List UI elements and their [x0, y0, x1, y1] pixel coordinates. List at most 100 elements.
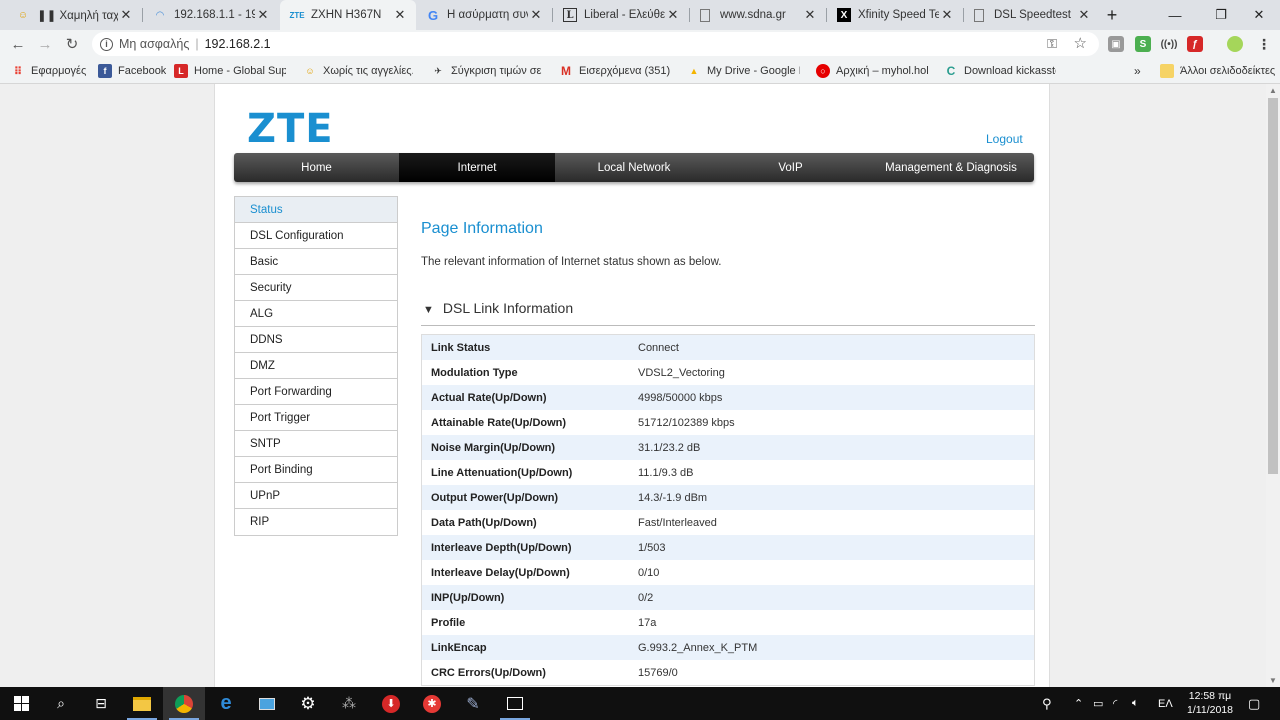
sidebar-item-port-binding[interactable]: Port Binding	[235, 457, 397, 483]
close-tab-icon[interactable]: ✕	[118, 7, 134, 23]
browser-tab[interactable]: G Η ασύρματη συνδ ✕	[416, 0, 552, 30]
bookmark-no-ads[interactable]: ☺ Χωρίς τις αγγελίες...	[303, 63, 413, 79]
close-tab-icon[interactable]: ✕	[1076, 7, 1092, 23]
nav-management-diagnosis[interactable]: Management & Diagnosis	[868, 153, 1034, 182]
browser-tab[interactable]: ☺ ❚❚ Χαμηλή ταχύτη ✕	[6, 0, 142, 30]
bookmark-apps[interactable]: ⠿ Εφαρμογές	[11, 63, 87, 79]
zte-icon: ZTE	[289, 10, 305, 20]
sidebar-item-alg[interactable]: ALG	[235, 301, 397, 327]
battery-icon[interactable]: ▭	[1093, 687, 1103, 720]
bookmark-skroutz[interactable]: ✈ Σύγκριση τιμών σε π	[431, 63, 544, 79]
search-icon[interactable]: ⌕	[40, 687, 82, 720]
close-tab-icon[interactable]: ✕	[528, 7, 544, 23]
bookmark-facebook[interactable]: f Facebook	[98, 63, 166, 79]
camera-extension-icon[interactable]: ▣	[1108, 36, 1124, 52]
task-view-icon[interactable]: ⊟	[80, 687, 122, 720]
tab-title: ❚❚ Χαμηλή ταχύτη	[37, 10, 118, 22]
notifications-icon[interactable]: ▢	[1248, 687, 1260, 720]
other-bookmarks[interactable]: Άλλοι σελιδοδείκτες	[1160, 63, 1275, 79]
bookmark-gmail[interactable]: M Εισερχόμενα (351) -	[559, 63, 672, 79]
bookmark-global-support[interactable]: L Home - Global Supp	[174, 63, 286, 79]
language-indicator[interactable]: ΕΛ	[1158, 687, 1173, 720]
profile-avatar-icon[interactable]	[1227, 36, 1243, 52]
sidebar-item-upnp[interactable]: UPnP	[235, 483, 397, 509]
dsl-info-table: Link Status Connect Modulation Type VDSL2_V…	[421, 334, 1035, 686]
windows-start-icon[interactable]	[0, 687, 42, 720]
chrome-icon[interactable]	[163, 687, 205, 720]
tab-title: DSL Speedtest	[994, 9, 1071, 21]
paint-app-icon[interactable]: ✎	[452, 687, 494, 720]
bookmark-myhol[interactable]: ○ Αρχική – myhol.hol.g	[816, 63, 929, 79]
bookmarks-overflow-button[interactable]: »	[1134, 63, 1141, 79]
wifi-tray-icon[interactable]: ◜	[1113, 687, 1117, 720]
menu-icon[interactable]: ⋮	[1256, 36, 1272, 52]
row-label: CRC Errors(Up/Down)	[431, 666, 546, 679]
minimize-icon[interactable]: —	[1152, 0, 1198, 30]
people-icon[interactable]: ⚲	[1042, 687, 1052, 720]
sidebar-item-basic[interactable]: Basic	[235, 249, 397, 275]
back-icon[interactable]: ←	[7, 33, 29, 55]
photos-app-icon[interactable]	[494, 687, 536, 720]
sidebar-item-port-forwarding[interactable]: Port Forwarding	[235, 379, 397, 405]
volume-icon[interactable]: 🔈︎	[1132, 687, 1139, 720]
scroll-down-icon[interactable]: ▼	[1269, 676, 1277, 685]
browser-tab[interactable]: X Xfinity Speed Test ✕	[827, 0, 963, 30]
close-tab-icon[interactable]: ✕	[802, 7, 818, 23]
new-tab-button[interactable]: +	[1098, 0, 1126, 30]
browser-tab[interactable]: www.sdna.gr ✕	[690, 0, 826, 30]
network-app-icon[interactable]: ⁂	[328, 687, 370, 720]
skype-extension-icon[interactable]: S	[1135, 36, 1151, 52]
browser-toolbar: ← → ↻ i Μη ασφαλής | 192.168.2.1 ⚿ ☆	[0, 30, 1280, 58]
collapse-triangle-icon[interactable]: ▼	[423, 304, 434, 316]
nav-local-network[interactable]: Local Network	[555, 153, 713, 182]
close-tab-icon[interactable]: ✕	[392, 7, 408, 23]
close-tab-icon[interactable]: ✕	[939, 7, 955, 23]
logout-link[interactable]: Logout	[986, 132, 1023, 146]
browser-tab[interactable]: DSL Speedtest ✕	[964, 0, 1100, 30]
sidebar-item-security[interactable]: Security	[235, 275, 397, 301]
info-icon[interactable]: i	[100, 37, 113, 51]
broadcast-extension-icon[interactable]: ((•))	[1161, 36, 1178, 52]
tray-chevron-icon[interactable]: ⌃	[1074, 687, 1083, 720]
browser-tab-active[interactable]: ZTE ZXHN H367N ✕	[280, 0, 416, 30]
row-label: Profile	[431, 616, 466, 629]
file-explorer-icon[interactable]	[121, 687, 163, 720]
dsl-section-header[interactable]: ▼ DSL Link Information	[421, 300, 1035, 326]
row-value: 17a	[638, 616, 657, 629]
forward-icon[interactable]: →	[34, 33, 56, 55]
sidebar-item-rip[interactable]: RIP	[235, 509, 397, 535]
address-bar[interactable]: i Μη ασφαλής | 192.168.2.1 ⚿ ☆	[92, 32, 1099, 56]
table-row: Link Status Connect	[422, 335, 1034, 360]
flash-extension-icon[interactable]: ƒ	[1187, 36, 1203, 52]
nav-home[interactable]: Home	[234, 153, 399, 182]
bookmark-drive[interactable]: ▲ My Drive - Google Dr	[687, 63, 800, 79]
sidebar-item-port-trigger[interactable]: Port Trigger	[235, 405, 397, 431]
edge-icon[interactable]: e	[205, 687, 247, 720]
page-scrollbar[interactable]: ▲ ▼	[1266, 84, 1280, 687]
system-clock[interactable]: 12:58 πμ 1/11/2018	[1180, 689, 1240, 717]
browser-tab[interactable]: L Liberal - Ελεύθερη ✕	[553, 0, 689, 30]
key-icon[interactable]: ⚿	[1047, 36, 1057, 52]
nav-voip[interactable]: VoIP	[713, 153, 868, 182]
sidebar-item-sntp[interactable]: SNTP	[235, 431, 397, 457]
row-value: 1/503	[638, 541, 666, 554]
bookmark-kickass[interactable]: C Download kickasstor	[944, 63, 1056, 79]
sidebar-item-dsl-configuration[interactable]: DSL Configuration	[235, 223, 397, 249]
pc-icon[interactable]	[246, 687, 288, 720]
reload-icon[interactable]: ↻	[61, 33, 83, 55]
settings-gear-icon[interactable]: ⚙	[287, 687, 329, 720]
scrollbar-thumb[interactable]	[1268, 98, 1278, 474]
sidebar-item-dmz[interactable]: DMZ	[235, 353, 397, 379]
url-text[interactable]: 192.168.2.1	[205, 37, 271, 51]
nav-internet[interactable]: Internet	[399, 153, 555, 182]
huawei-app-icon[interactable]: ✱	[411, 687, 453, 720]
close-tab-icon[interactable]: ✕	[665, 7, 681, 23]
close-tab-icon[interactable]: ✕	[255, 7, 271, 23]
star-icon[interactable]: ☆	[1074, 34, 1087, 52]
scroll-up-icon[interactable]: ▲	[1269, 86, 1277, 95]
close-window-icon[interactable]: ✕	[1238, 0, 1280, 30]
browser-tab[interactable]: ◠ 192.168.1.1 - 192.1 ✕	[143, 0, 279, 30]
download-app-icon[interactable]: ⬇	[370, 687, 412, 720]
sidebar-item-ddns[interactable]: DDNS	[235, 327, 397, 353]
sidebar-item-status[interactable]: Status	[235, 197, 397, 223]
